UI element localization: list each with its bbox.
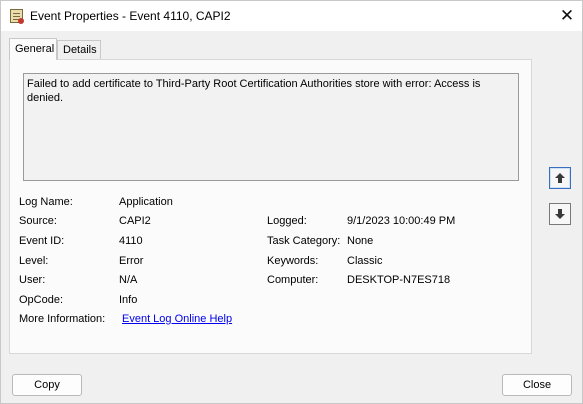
event-id-value: 4110 — [119, 235, 143, 247]
copy-button[interactable]: Copy — [12, 374, 82, 396]
source-value: CAPI2 — [119, 215, 151, 227]
logged-label: Logged: — [267, 215, 307, 227]
keywords-label: Keywords: — [267, 255, 319, 267]
event-log-online-help-link[interactable]: Event Log Online Help — [122, 313, 232, 325]
event-properties-window: Event Properties - Event 4110, CAPI2 ✕ G… — [0, 0, 583, 404]
window-title: Event Properties - Event 4110, CAPI2 — [30, 9, 231, 23]
general-panel: Failed to add certificate to Third-Party… — [9, 59, 532, 354]
user-label: User: — [19, 274, 46, 286]
user-value: N/A — [119, 274, 138, 286]
logged-value: 9/1/2023 10:00:49 PM — [347, 215, 456, 227]
opcode-value: Info — [119, 294, 138, 306]
tab-general[interactable]: General — [9, 38, 57, 60]
event-id-label: Event ID: — [19, 235, 65, 247]
title-bar: Event Properties - Event 4110, CAPI2 ✕ — [1, 1, 582, 31]
source-label: Source: — [19, 215, 57, 227]
computer-value: DESKTOP-N7ES718 — [347, 274, 451, 286]
log-name-label: Log Name: — [19, 196, 73, 208]
task-category-label: Task Category: — [267, 235, 341, 247]
close-button[interactable]: Close — [502, 374, 572, 396]
event-description-box[interactable]: Failed to add certificate to Third-Party… — [23, 73, 519, 181]
tab-details[interactable]: Details — [57, 40, 101, 60]
computer-label: Computer: — [267, 274, 319, 286]
previous-event-button[interactable] — [549, 167, 571, 189]
next-event-button[interactable] — [549, 203, 571, 225]
keywords-value: Classic — [347, 255, 383, 267]
level-label: Level: — [19, 255, 49, 267]
more-information-label: More Information: — [19, 313, 106, 325]
task-category-value: None — [347, 235, 374, 247]
log-name-value: Application — [119, 196, 173, 208]
opcode-label: OpCode: — [19, 294, 64, 306]
level-value: Error — [119, 255, 144, 267]
event-viewer-icon — [10, 9, 24, 24]
arrow-up-icon — [555, 173, 565, 183]
close-window-button[interactable]: ✕ — [552, 1, 582, 31]
arrow-down-icon — [555, 209, 565, 219]
